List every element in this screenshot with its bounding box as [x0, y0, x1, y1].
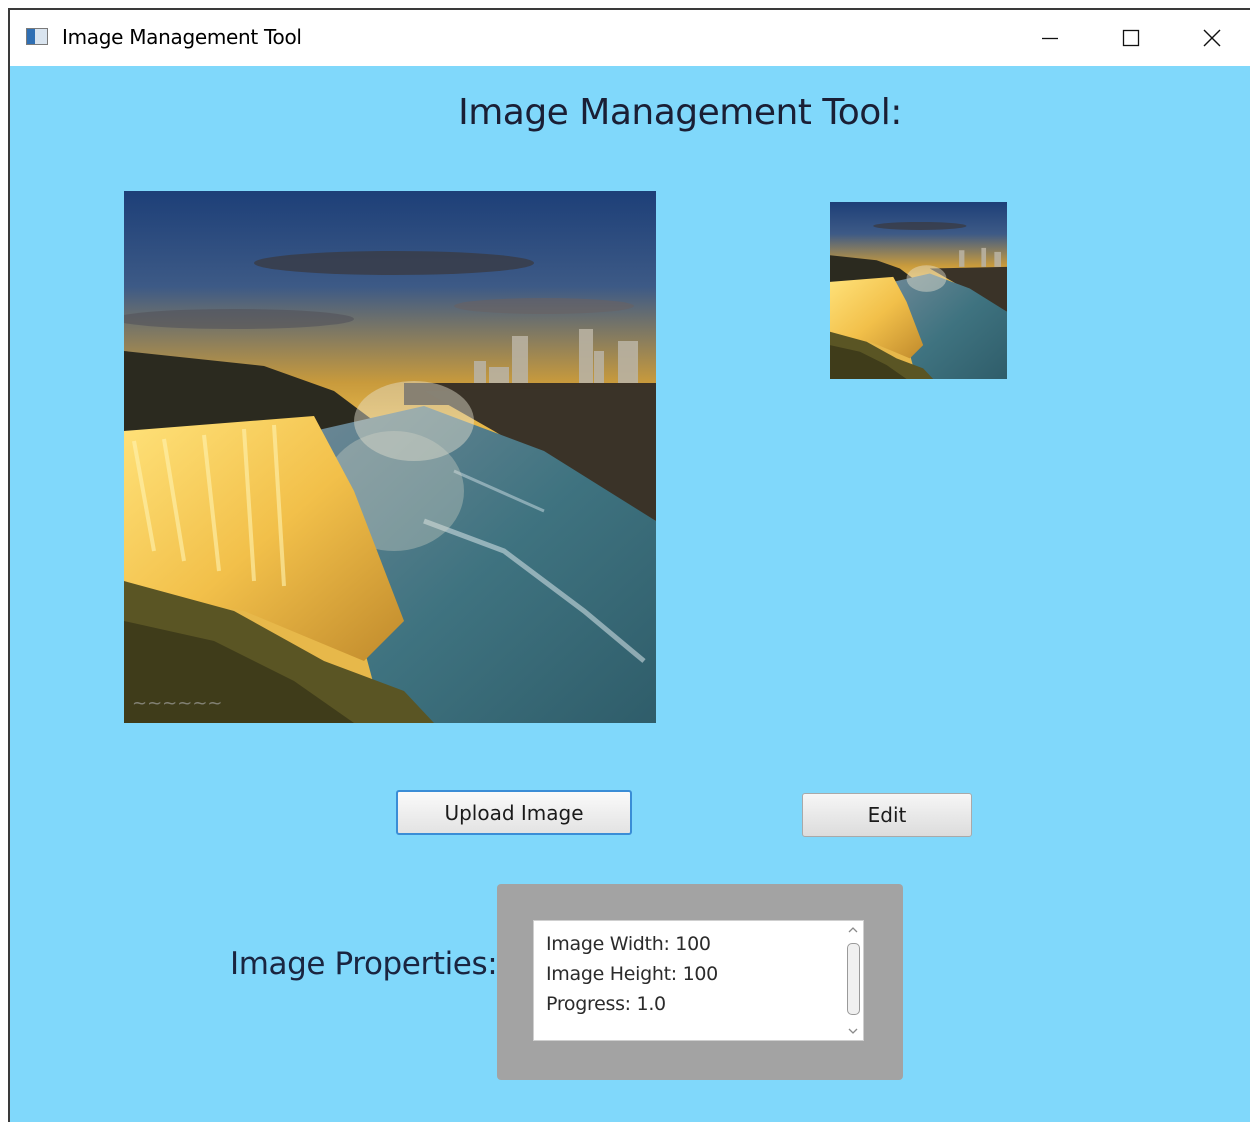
property-height: Image Height: 100	[546, 963, 718, 985]
minimize-icon	[1041, 29, 1059, 47]
scroll-down-icon[interactable]	[845, 1024, 861, 1038]
scroll-up-icon[interactable]	[845, 923, 861, 937]
maximize-button[interactable]	[1091, 10, 1171, 66]
main-image-preview: ~~~~~~	[124, 191, 656, 723]
maximize-icon	[1122, 29, 1140, 47]
scroll-thumb[interactable]	[847, 943, 860, 1015]
page-title: Image Management Tool:	[458, 92, 902, 133]
image-properties-label: Image Properties:	[230, 946, 498, 982]
minimize-button[interactable]	[1010, 10, 1090, 66]
properties-textarea[interactable]: Image Width: 100 Image Height: 100 Progr…	[533, 920, 864, 1041]
svg-text:~~~~~~: ~~~~~~	[132, 693, 223, 714]
upload-image-button[interactable]: Upload Image	[396, 790, 632, 835]
property-progress: Progress: 1.0	[546, 993, 666, 1015]
edit-button[interactable]: Edit	[802, 793, 972, 837]
property-width: Image Width: 100	[546, 933, 711, 955]
vertical-scrollbar[interactable]	[845, 923, 861, 1038]
properties-panel: Image Width: 100 Image Height: 100 Progr…	[497, 884, 903, 1080]
app-icon	[26, 28, 48, 45]
title-bar[interactable]: Image Management Tool	[10, 10, 1250, 66]
window-title: Image Management Tool	[62, 25, 302, 49]
close-button[interactable]	[1172, 10, 1250, 66]
properties-lines: Image Width: 100 Image Height: 100 Progr…	[546, 929, 718, 1019]
app-window: Image Management Tool Image Management T…	[8, 8, 1250, 1122]
close-icon	[1202, 28, 1222, 48]
thumbnail-image	[830, 202, 1007, 379]
